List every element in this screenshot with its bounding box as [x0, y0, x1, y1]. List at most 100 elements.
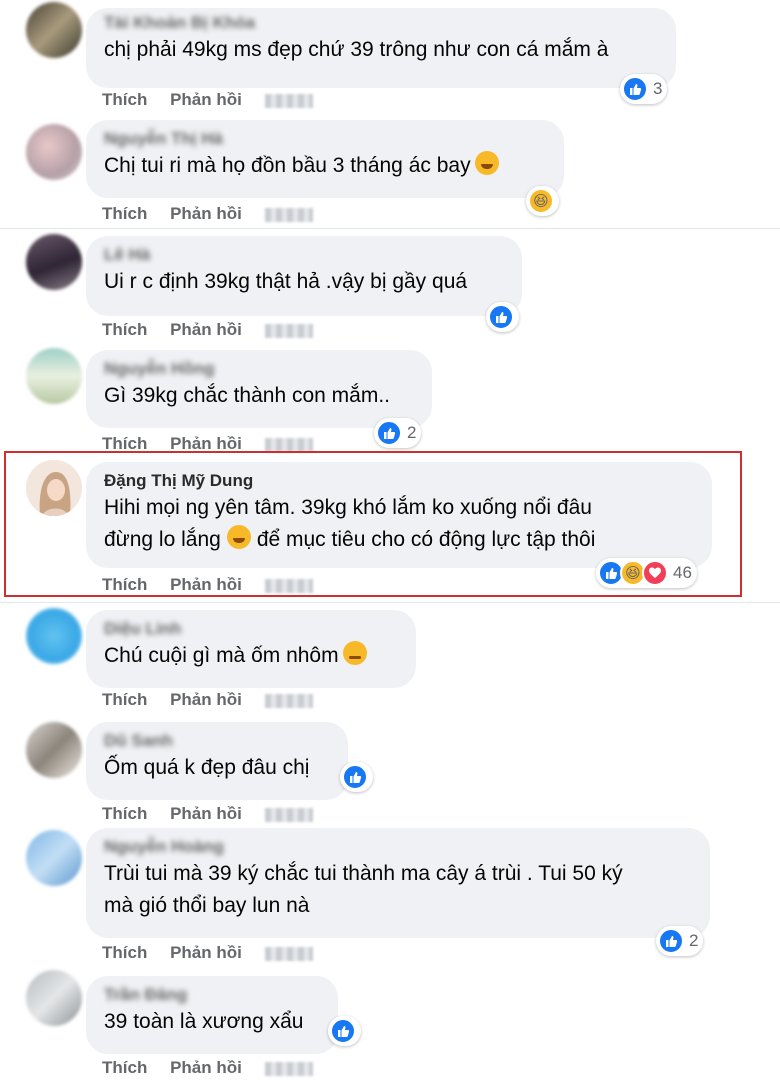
comment-bubble: Đặng Thị Mỹ Dung Hihi mọi ng yên tâm. 39… [86, 462, 712, 568]
like-reaction-icon [342, 764, 368, 790]
comment-text-line-2: mà gió thổi bay lun nà [104, 894, 310, 917]
comment-text: 39 toàn là xương xẩu [104, 1010, 304, 1033]
reply-button[interactable]: Phản hồi [170, 943, 242, 962]
like-button[interactable]: Thích [102, 690, 147, 709]
reply-button[interactable]: Phản hồi [170, 804, 242, 823]
commenter-name[interactable]: Dũ Sanh [104, 730, 330, 752]
avatar[interactable] [26, 970, 82, 1026]
avatar[interactable] [26, 234, 82, 290]
comment-text: Chị tui ri mà họ đồn bầu 3 tháng ác bay [104, 150, 546, 182]
like-button[interactable]: Thích [102, 575, 147, 594]
timestamp[interactable] [264, 323, 313, 338]
reaction-summary[interactable] [486, 302, 519, 332]
comment-actions: Thích Phản hồi [102, 202, 313, 226]
reply-button[interactable]: Phản hồi [170, 1058, 242, 1077]
timestamp[interactable] [264, 946, 313, 961]
timestamp[interactable] [264, 578, 313, 593]
reaction-count: 46 [673, 563, 692, 582]
reaction-summary[interactable]: 😆 [526, 186, 559, 216]
commenter-name[interactable]: Diệu Linh [104, 618, 398, 640]
avatar[interactable] [26, 830, 82, 886]
timestamp[interactable] [264, 807, 313, 822]
comment-actions: Thích Phản hồi [102, 573, 313, 597]
avatar[interactable] [26, 608, 82, 664]
reply-button[interactable]: Phản hồi [170, 575, 242, 594]
comment-actions: Thích Phản hồi [102, 941, 313, 965]
reply-button[interactable]: Phản hồi [170, 320, 242, 339]
reaction-summary[interactable]: 2 [656, 926, 704, 956]
like-reaction-icon [488, 304, 514, 330]
avatar[interactable] [26, 460, 82, 516]
comment-text-line-2: đừng lo lắng để mục tiêu cho có động lực … [104, 524, 694, 556]
comment-text-line-1: Trùi tui mà 39 ký chắc tui thành ma cây … [104, 862, 623, 885]
reaction-summary[interactable] [328, 1016, 361, 1046]
timestamp[interactable] [264, 207, 313, 222]
comment-text-content: Chú cuội gì mà ốm nhôm [104, 644, 339, 667]
timestamp[interactable] [264, 93, 313, 108]
like-button[interactable]: Thích [102, 204, 147, 223]
comment-bubble: Trần Đăng 39 toàn là xương xẩu [86, 976, 338, 1054]
like-reaction-icon [658, 928, 684, 954]
like-button[interactable]: Thích [102, 1058, 147, 1077]
comment-text-content: Chị tui ri mà họ đồn bầu 3 tháng ác bay [104, 154, 471, 177]
reply-button[interactable]: Phản hồi [170, 90, 242, 109]
reaction-summary[interactable]: 3 [620, 74, 668, 104]
reaction-count: 3 [653, 79, 663, 98]
commenter-name[interactable]: Nguyễn Hồng [104, 358, 414, 380]
comment-actions: Thích Phản hồi [102, 688, 313, 712]
timestamp[interactable] [264, 693, 313, 708]
relieved-face-icon [474, 151, 499, 175]
reaction-summary[interactable]: 😆 46 [596, 558, 697, 588]
commenter-name[interactable]: Tài Khoản Bị Khóa [104, 12, 658, 34]
love-reaction-icon [642, 560, 668, 586]
reaction-summary[interactable]: 2 [374, 418, 422, 448]
like-button[interactable]: Thích [102, 943, 147, 962]
commenter-name[interactable]: Trần Đăng [104, 984, 320, 1006]
comment-bubble: Nguyễn Hoàng Trùi tui mà 39 ký chắc tui … [86, 828, 710, 938]
reply-button[interactable]: Phản hồi [170, 690, 242, 709]
comment-text-part: đừng lo lắng [104, 528, 221, 551]
comment-text: Gì 39kg chắc thành con mắm.. [104, 384, 390, 407]
comment-text-part: để mục tiêu cho có động lực tập thôi [256, 528, 596, 551]
comment-bubble: Diệu Linh Chú cuội gì mà ốm nhôm [86, 610, 416, 688]
comment-bubble: Nguyễn Hồng Gì 39kg chắc thành con mắm.. [86, 350, 432, 428]
like-button[interactable]: Thích [102, 90, 147, 109]
comment-text: Chú cuội gì mà ốm nhôm [104, 640, 398, 672]
reaction-count: 2 [407, 423, 417, 442]
divider [0, 602, 780, 603]
comment-actions: Thích Phản hồi [102, 318, 313, 342]
like-reaction-icon [622, 76, 648, 102]
divider [0, 228, 780, 229]
comment-actions: Thích Phản hồi [102, 88, 313, 112]
reaction-count: 2 [689, 931, 699, 950]
comment-bubble: Nguyễn Thị Hà Chị tui ri mà họ đồn bầu 3… [86, 120, 564, 198]
avatar[interactable] [26, 348, 82, 404]
commenter-name[interactable]: Lê Hà [104, 244, 504, 266]
comment-text: Ốm quá k đẹp đâu chị [104, 756, 310, 779]
like-button[interactable]: Thích [102, 320, 147, 339]
timestamp[interactable] [264, 1061, 313, 1076]
comment-actions: Thích Phản hồi [102, 1056, 313, 1080]
avatar[interactable] [26, 722, 82, 778]
comment-text-line-1: Hihi mọi ng yên tâm. 39kg khó lắm ko xuố… [104, 496, 592, 519]
comment-text: chị phải 49kg ms đẹp chứ 39 trông như co… [104, 38, 609, 61]
like-reaction-icon [376, 420, 402, 446]
avatar[interactable] [26, 124, 82, 180]
comment-actions: Thích Phản hồi [102, 802, 313, 826]
comment-text: Ui r c định 39kg thật hả .vậy bị gầy quá [104, 270, 468, 293]
reaction-summary[interactable] [340, 762, 373, 792]
haha-reaction-icon: 😆 [528, 188, 554, 214]
commenter-name[interactable]: Đặng Thị Mỹ Dung [104, 470, 694, 492]
like-button[interactable]: Thích [102, 804, 147, 823]
reply-button[interactable]: Phản hồi [170, 204, 242, 223]
timestamp[interactable] [264, 437, 313, 452]
commenter-name[interactable]: Nguyễn Hoàng [104, 836, 692, 858]
comment-bubble: Dũ Sanh Ốm quá k đẹp đâu chị [86, 722, 348, 800]
rolling-laughing-face-icon [226, 525, 251, 549]
disappointed-face-icon [342, 641, 367, 665]
commenter-name[interactable]: Nguyễn Thị Hà [104, 128, 546, 150]
comment-bubble: Lê Hà Ui r c định 39kg thật hả .vậy bị g… [86, 236, 522, 316]
avatar[interactable] [26, 2, 82, 58]
comment-bubble: Tài Khoản Bị Khóa chị phải 49kg ms đẹp c… [86, 8, 676, 88]
like-reaction-icon [330, 1018, 356, 1044]
